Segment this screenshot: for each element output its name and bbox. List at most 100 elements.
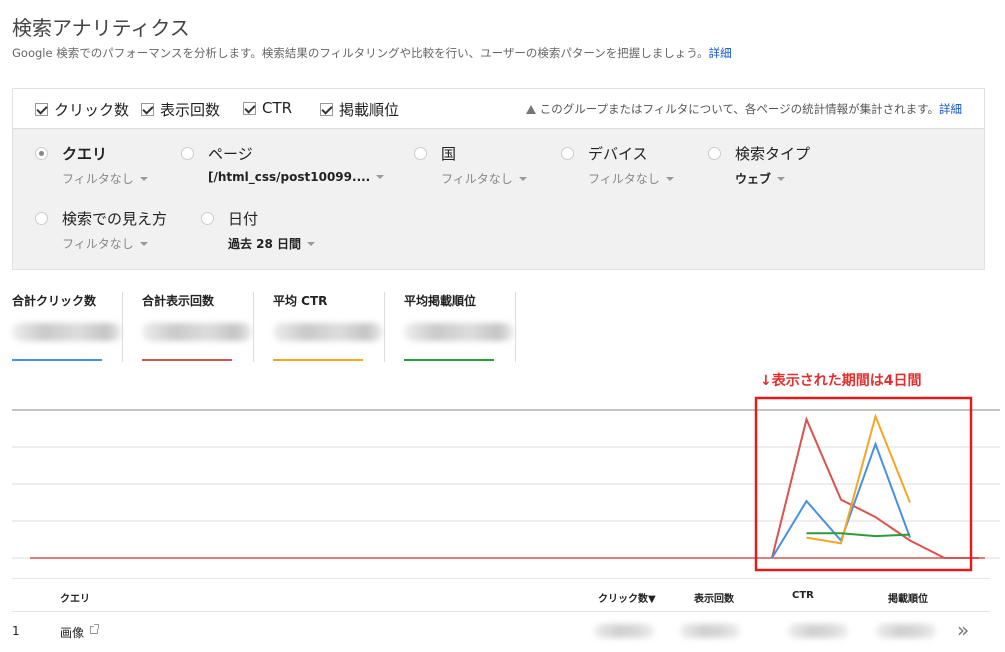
dimension-filter-dropdown[interactable]: フィルタなし (588, 170, 674, 187)
radio-icon[interactable] (708, 147, 721, 160)
dimension-label: 国 (441, 145, 457, 163)
summary-color-bar (404, 359, 494, 361)
dimension-filter-dropdown[interactable]: フィルタなし (62, 170, 148, 187)
dimension-query[interactable]: クエリ フィルタなし (35, 143, 148, 187)
dimension-filter-dropdown[interactable]: フィルタなし (62, 235, 167, 252)
dimension-device[interactable]: デバイス フィルタなし (561, 143, 674, 187)
cell-position-blurred (876, 624, 936, 638)
dimension-label: デバイス (588, 145, 648, 163)
filter-value: フィルタなし (62, 172, 134, 186)
caret-down-icon (665, 177, 674, 181)
dimension-label: 検索での見え方 (62, 210, 168, 228)
dimension-country[interactable]: 国 フィルタなし (414, 143, 527, 187)
dimension-label: ページ (208, 145, 253, 163)
page-subtitle: Google 検索でのパフォーマンスを分析します。検索結果のフィルタリングや比較… (12, 45, 732, 61)
checkbox-impressions[interactable]: 表示回数 (141, 99, 220, 120)
checkbox-label: クリック数 (54, 101, 130, 119)
summary-average-position[interactable]: 平均掲載順位 (404, 292, 514, 362)
chart-grid (12, 409, 1000, 559)
dimension-filter-dropdown[interactable]: 過去 28 日間 (228, 235, 316, 252)
summary-label: 合計クリック数 (12, 294, 97, 308)
chart-series-line-2 (806, 413, 911, 545)
chart-series-line-0 (771, 416, 979, 559)
summary-divider (515, 292, 516, 362)
annotation-text: ↓表示された期間は4日間 (760, 373, 922, 389)
checkbox-label: 掲載順位 (339, 101, 400, 119)
summary-total-impressions[interactable]: 合計表示回数 (142, 292, 252, 362)
summary-total-clicks[interactable]: 合計クリック数 (12, 292, 122, 362)
checkbox-label: 表示回数 (160, 101, 221, 119)
summary-color-bar (142, 359, 232, 361)
checkbox-checked-icon (141, 103, 154, 116)
page-title: 検索アナリティクス (12, 16, 190, 40)
chart-lines (30, 413, 985, 559)
dimension-filter-dropdown[interactable]: ウェブ (735, 170, 810, 187)
dimension-filter-dropdown[interactable]: フィルタなし (441, 170, 527, 187)
column-header-position[interactable]: 掲載順位 (888, 590, 928, 605)
table-top-divider (12, 578, 990, 579)
checkbox-label: CTR (262, 99, 293, 117)
subtitle-detail-link[interactable]: 詳細 (709, 46, 732, 60)
summary-average-ctr[interactable]: 平均 CTR (273, 292, 383, 362)
radio-icon[interactable] (201, 212, 214, 225)
filter-value: フィルタなし (441, 172, 513, 186)
summary-divider (122, 292, 123, 362)
radio-icon[interactable] (181, 147, 194, 160)
checkbox-clicks[interactable]: クリック数 (35, 99, 129, 120)
caret-down-icon (777, 177, 786, 181)
filter-value: フィルタなし (588, 172, 660, 186)
dimension-label: クエリ (62, 145, 108, 163)
performance-chart (12, 396, 1000, 572)
warning-icon (525, 105, 536, 114)
checkbox-checked-icon (320, 103, 333, 116)
filter-value: フィルタなし (62, 237, 134, 251)
radio-icon[interactable] (561, 147, 574, 160)
metrics-toggle-row: クリック数 表示回数 CTR 掲載順位 このグループまたはフィルタについて、各ペ… (13, 89, 984, 129)
radio-icon[interactable] (414, 147, 427, 160)
summary-value-blurred (142, 323, 252, 341)
caret-down-icon (376, 175, 385, 179)
column-header-impressions[interactable]: 表示回数 (694, 590, 734, 605)
subtitle-text: Google 検索でのパフォーマンスを分析します。検索結果のフィルタリングや比較… (12, 46, 709, 60)
table-row[interactable]: 1 画像 (0, 612, 1005, 652)
radio-icon[interactable] (35, 212, 48, 225)
checkbox-checked-icon (243, 101, 256, 115)
column-header-ctr[interactable]: CTR (792, 590, 814, 601)
dimension-filter-dropdown[interactable]: [/html_css/post10099.... (208, 170, 385, 184)
filter-value: ウェブ (735, 172, 772, 186)
notice-text: このグループまたはフィルタについて、各ページの統計情報が集計されます。 (539, 102, 939, 116)
summary-label: 平均 CTR (273, 294, 328, 308)
column-header-clicks[interactable]: クリック数▼ (598, 590, 656, 605)
dimension-label: 検索タイプ (735, 145, 811, 163)
summary-label: 平均掲載順位 (404, 294, 477, 308)
filter-value: 過去 28 日間 (228, 237, 302, 251)
caret-down-icon (139, 177, 148, 181)
row-query-cell: 画像 (60, 624, 100, 641)
next-page-button[interactable]: » (957, 618, 969, 642)
dimension-search-appearance[interactable]: 検索での見え方 フィルタなし (35, 208, 167, 252)
summary-value-blurred (404, 323, 514, 341)
external-link-icon[interactable] (90, 624, 100, 634)
summary-label: 合計表示回数 (142, 294, 215, 308)
checkbox-position[interactable]: 掲載順位 (320, 99, 399, 120)
caret-down-icon (307, 242, 316, 246)
summary-value-blurred (12, 323, 122, 341)
dimension-search-type[interactable]: 検索タイプ ウェブ (708, 143, 810, 187)
summary-divider (384, 292, 385, 362)
checkbox-ctr[interactable]: CTR (243, 99, 292, 117)
dimension-date[interactable]: 日付 過去 28 日間 (201, 208, 316, 252)
summary-value-blurred (273, 323, 383, 341)
dimension-page[interactable]: ページ [/html_css/post10099.... (181, 143, 385, 184)
caret-down-icon (139, 242, 148, 246)
cell-clicks-blurred (594, 624, 654, 638)
cell-ctr-blurred (788, 624, 848, 638)
row-index: 1 (12, 624, 20, 638)
radio-selected-icon[interactable] (35, 147, 48, 160)
group-notice: このグループまたはフィルタについて、各ページの統計情報が集計されます。詳細 (525, 101, 962, 117)
summary-color-bar (273, 359, 363, 361)
notice-detail-link[interactable]: 詳細 (939, 102, 962, 116)
summary-color-bar (12, 359, 102, 361)
filter-panel: クリック数 表示回数 CTR 掲載順位 このグループまたはフィルタについて、各ペ… (12, 88, 985, 270)
chart-series-line-3 (806, 532, 911, 538)
column-header-query[interactable]: クエリ (60, 590, 90, 605)
